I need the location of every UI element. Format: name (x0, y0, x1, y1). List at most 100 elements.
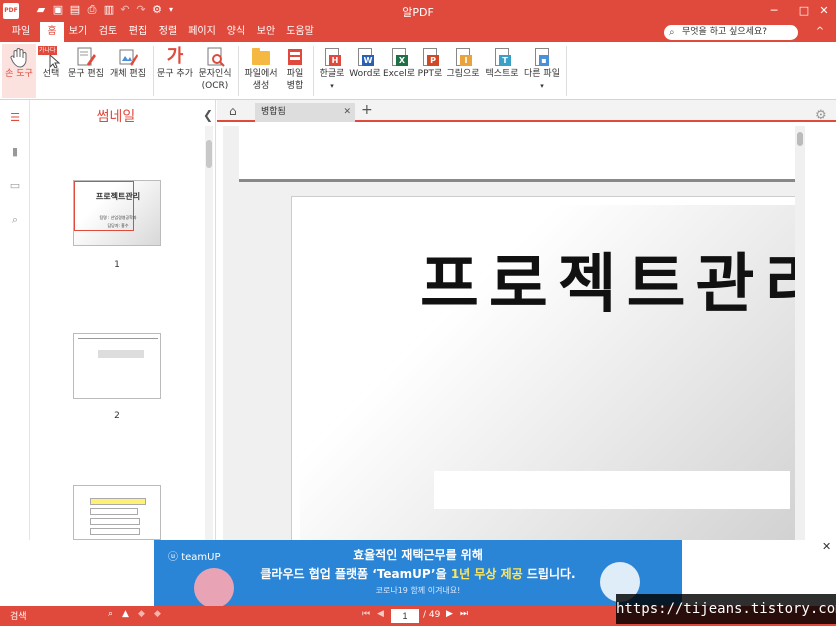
search-placeholder: 무엇을 하고 싶으세요? (682, 27, 768, 37)
ad-banner[interactable]: ⓤ teamUP 효율적인 재택근무를 위해 클라우드 협업 플랫폼 ‘Team… (154, 540, 682, 606)
select-cursor-icon: 가나다 (38, 46, 62, 69)
thumbnail-scrollbar[interactable] (205, 126, 213, 540)
ad-subline: 클라우드 협업 플랫폼 ‘TeamUP’을 1년 무상 제공 드립니다. (260, 567, 576, 581)
select-button[interactable]: 가나다 선택 (36, 44, 66, 98)
convert-ppt-label: PPT로 (417, 69, 443, 79)
next-result-icon[interactable]: ◆ (138, 609, 145, 619)
thumb1-sub2: 담당자: 홍수 (107, 223, 129, 228)
word-convert-icon: W (354, 46, 376, 68)
menu-form[interactable]: 양식 (222, 22, 250, 42)
menu-edit[interactable]: 편집 (124, 22, 152, 42)
page-thumbnail-1[interactable]: 프로젝트관리 팀명 : 산업경영공학과 담당자: 홍수 (73, 180, 161, 246)
convert-hwp-button[interactable]: H 한글로 ▾ (316, 44, 348, 98)
hand-icon (8, 46, 30, 68)
menu-security[interactable]: 보안 (252, 22, 280, 42)
edit-object-icon (117, 46, 139, 68)
convert-excel-label: Excel로 (382, 69, 416, 79)
image-convert-icon: I (452, 46, 474, 68)
ad-headline: 효율적인 재택근무를 위해 (353, 548, 483, 562)
ad-caption: 코로나19 함께 이겨내요! (375, 586, 461, 595)
previous-page-icon[interactable]: ◀ (377, 609, 384, 619)
edit-text-button[interactable]: 문구 편집 (66, 44, 106, 98)
home-icon[interactable]: ⌂ (229, 104, 243, 118)
search-icon[interactable]: ⌕ (108, 609, 113, 619)
edit-text-label: 문구 편집 (68, 69, 104, 79)
menu-arrange[interactable]: 정렬 (154, 22, 182, 42)
convert-image-button[interactable]: I 그림으로 (444, 44, 482, 98)
page-total: / 49 (423, 610, 441, 620)
menu-page[interactable]: 페이지 (184, 22, 220, 42)
first-page-icon[interactable]: ⏮ (362, 609, 370, 619)
left-rail: ☰ ▮ ▭ ⌕ (0, 100, 30, 540)
new-tab-button[interactable]: + (361, 102, 373, 118)
close-tab-icon[interactable]: ✕ (343, 103, 351, 122)
next-page-icon[interactable]: ▶ (446, 609, 453, 619)
thumb1-title: 프로젝트관리 (95, 192, 141, 201)
text-convert-icon: T (491, 46, 513, 68)
collapse-ribbon-button[interactable]: ^ (812, 25, 828, 39)
page-thumbnail-3[interactable] (73, 485, 161, 540)
search-input[interactable]: ⌕ 무엇을 하고 싶으세요? (664, 25, 798, 40)
convert-text-button[interactable]: T 텍스트로 (482, 44, 522, 98)
menu-file[interactable]: 파일 (6, 22, 36, 42)
ocr-button[interactable]: 문자인식 (OCR) (194, 44, 236, 98)
close-window-button[interactable]: ✕ (814, 2, 834, 20)
menu-view[interactable]: 보기 (64, 22, 92, 42)
create-from-file-button[interactable]: 파일에서 생성 (242, 44, 280, 98)
hwp-convert-icon: H (321, 46, 343, 68)
search-icon[interactable]: ⌕ (9, 214, 21, 226)
minimize-button[interactable]: ─ (764, 2, 784, 20)
previous-result-icon[interactable]: ▲ (122, 609, 129, 619)
gear-icon[interactable]: ⚙ (815, 108, 827, 123)
search-icon: ⌕ (669, 27, 675, 38)
ribbon-separator (238, 46, 239, 96)
other-file-icon: ▪ (531, 46, 553, 68)
thumbnail-icon[interactable]: ☰ (9, 112, 21, 124)
excel-convert-icon: X (388, 46, 410, 68)
chevron-left-icon[interactable]: ❮ (203, 108, 213, 122)
document-tab[interactable]: 병합됨 ✕ (255, 103, 355, 122)
document-tab-label: 병합됨 (261, 107, 286, 117)
maximize-button[interactable]: □ (794, 2, 814, 20)
previous-page-bottom (239, 126, 795, 182)
convert-hwp-label: 한글로 (319, 69, 345, 79)
create-from-file-label-2: 생성 (252, 81, 270, 91)
merge-file-label-2: 병합 (286, 81, 304, 91)
menu-help[interactable]: 도움말 (282, 22, 318, 42)
convert-ppt-button[interactable]: P PPT로 (416, 44, 444, 98)
ribbon-separator (313, 46, 314, 96)
document-scrollbar[interactable] (795, 126, 805, 540)
page-number-1: 1 (114, 260, 120, 270)
menu-review[interactable]: 검토 (94, 22, 122, 42)
bookmark-icon[interactable]: ▮ (9, 146, 21, 158)
add-text-button[interactable]: 가 문구 추가 (156, 44, 194, 98)
result-options-icon[interactable]: ◆ (154, 609, 161, 619)
convert-other-button[interactable]: ▪ 다른 파일 ▾ (522, 44, 562, 98)
merge-file-button[interactable]: 파일 병합 (280, 44, 310, 98)
status-search-label: 검색 (10, 612, 27, 622)
ribbon-separator (566, 46, 567, 96)
convert-other-label: 다른 파일 (524, 69, 560, 79)
convert-other-dropdown-icon[interactable]: ▾ (522, 81, 562, 92)
convert-hwp-dropdown-icon[interactable]: ▾ (316, 81, 348, 92)
comment-icon[interactable]: ▭ (9, 180, 21, 192)
add-text-label: 문구 추가 (157, 69, 193, 79)
last-page-icon[interactable]: ⏭ (460, 609, 468, 619)
hand-tool-label: 손 도구 (5, 69, 33, 79)
close-ad-icon[interactable]: ✕ (822, 540, 831, 553)
page-thumbnail-2[interactable] (73, 333, 161, 399)
menu-home[interactable]: 홈 (40, 22, 64, 42)
hand-tool-button[interactable]: 손 도구 (2, 44, 36, 98)
select-badge: 가나다 (38, 46, 57, 55)
ocr-icon (204, 46, 226, 68)
ocr-label-2: (OCR) (201, 81, 229, 91)
page-viewer[interactable]: 프로젝트관리 (223, 126, 805, 540)
window-title: 알PDF (402, 6, 434, 19)
folder-icon (250, 46, 272, 68)
convert-word-button[interactable]: W Word로 (348, 44, 382, 98)
slide-content: 프로젝트관리 (300, 205, 805, 540)
edit-object-button[interactable]: 개체 편집 (106, 44, 150, 98)
convert-excel-button[interactable]: X Excel로 (382, 44, 416, 98)
convert-text-label: 텍스트로 (485, 69, 519, 79)
page-number-input[interactable] (391, 609, 419, 623)
